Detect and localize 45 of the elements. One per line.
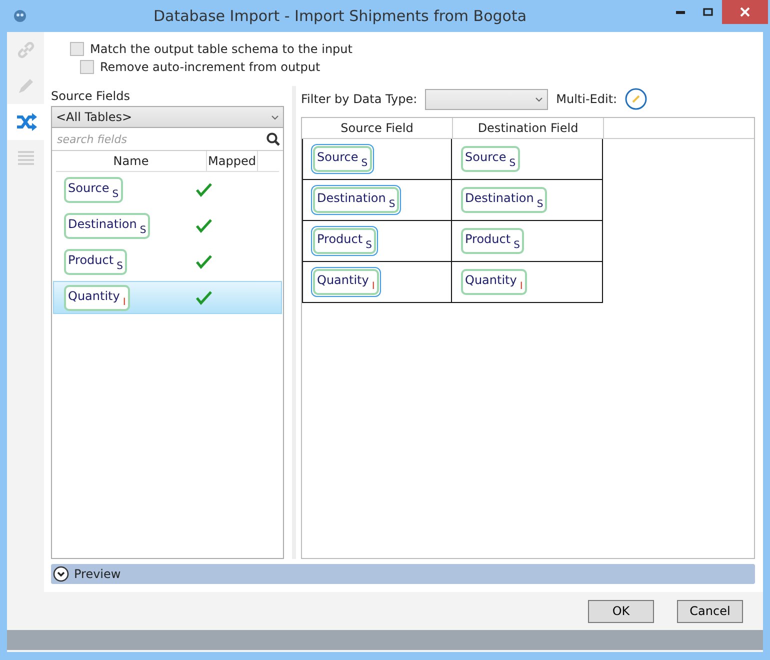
- search-icon: [266, 132, 280, 146]
- field-chip[interactable]: Product $_{S}$: [313, 228, 376, 254]
- close-icon: [740, 7, 750, 17]
- sidebar-tab[interactable]: [7, 104, 44, 140]
- field-chip[interactable]: Source $_{S}$: [64, 176, 123, 202]
- option-checkbox[interactable]: Remove auto-increment from output: [80, 58, 755, 76]
- filter-label: Filter by Data Type:: [301, 92, 418, 106]
- caret-icon: [271, 114, 279, 120]
- field-row[interactable]: Quantity $_{I}$: [53, 281, 282, 314]
- panel-title: Source Fields: [51, 88, 131, 105]
- app-icon: [13, 9, 27, 23]
- close-button[interactable]: [722, 0, 768, 24]
- data-type-dropdown[interactable]: [425, 88, 548, 110]
- window-title: Database Import - Import Shipments from Bogota: [152, 7, 528, 25]
- expand-icon: [53, 566, 69, 582]
- field-chip[interactable]: Destination $_{S}$: [461, 187, 548, 213]
- shuffle-icon: [14, 112, 36, 132]
- table-dropdown[interactable]: <All Tables>: [51, 106, 284, 128]
- field-chip[interactable]: Product $_{S}$: [461, 228, 524, 254]
- field-chip[interactable]: Quantity $_{I}$: [64, 284, 130, 310]
- list-icon: [16, 148, 36, 168]
- column-header: Name: [56, 151, 207, 171]
- column-header: Mapped: [207, 151, 258, 171]
- dialog-button[interactable]: OK: [588, 600, 654, 622]
- maximize-icon: [703, 8, 713, 16]
- pencil-icon[interactable]: [625, 88, 648, 110]
- field-row[interactable]: Product $_{S}$: [53, 245, 282, 278]
- field-row[interactable]: Source $_{S}$: [53, 173, 282, 206]
- caret-icon: [535, 96, 544, 102]
- option-checkbox[interactable]: Match the output table schema to the input: [70, 40, 755, 58]
- preview-expander[interactable]: Preview: [51, 564, 755, 584]
- column-header: Source Field: [302, 118, 453, 138]
- field-chip[interactable]: Quantity $_{I}$: [313, 269, 379, 295]
- field-chip[interactable]: Product $_{S}$: [64, 248, 127, 274]
- field-row[interactable]: Destination $_{S}$: [53, 209, 282, 242]
- link-icon: [16, 40, 36, 60]
- minimize-icon: [676, 10, 684, 14]
- multi-edit-label: Multi-Edit:: [556, 92, 618, 106]
- field-chip[interactable]: Source $_{S}$: [461, 146, 520, 172]
- dialog-button[interactable]: Cancel: [677, 600, 743, 622]
- field-chip[interactable]: Quantity $_{I}$: [461, 269, 527, 295]
- field-chip[interactable]: Source $_{S}$: [313, 146, 372, 172]
- field-chip[interactable]: Destination $_{S}$: [64, 212, 150, 238]
- field-chip[interactable]: Destination $_{S}$: [313, 187, 400, 213]
- column-header: Destination Field: [453, 118, 604, 138]
